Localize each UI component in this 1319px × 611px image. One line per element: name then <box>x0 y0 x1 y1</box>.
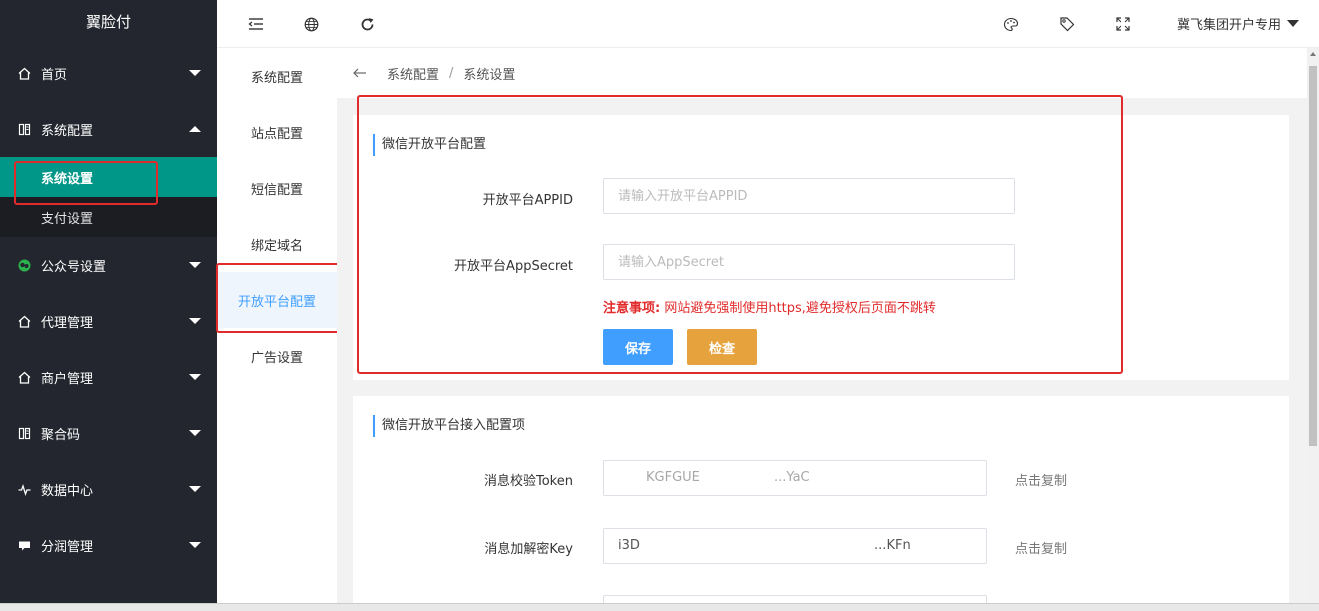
menu-agent-management[interactable]: 代理管理 <box>0 293 217 349</box>
aes-key-field[interactable]: i3D ...KFn <box>603 528 987 564</box>
caret-down-icon <box>1287 20 1299 27</box>
chevron-down-icon <box>189 374 201 380</box>
sidebar-item-system-settings[interactable]: 系统设置 <box>0 157 217 197</box>
chevron-down-icon <box>189 318 201 324</box>
home-icon <box>17 314 31 328</box>
menu-label: 分润管理 <box>41 539 94 555</box>
chevron-up-icon <box>189 126 201 132</box>
settings-subnav: 系统配置 站点配置 短信配置 绑定域名 开放平台配置 广告设置 <box>217 48 337 603</box>
menu-label: 聚合码 <box>41 427 81 443</box>
chat-icon <box>17 538 31 552</box>
scroll-up-icon[interactable] <box>1310 52 1316 56</box>
home-icon <box>17 66 31 80</box>
appid-label: 开放平台APPID <box>482 193 573 208</box>
chevron-down-icon <box>189 262 201 268</box>
chevron-down-icon <box>189 486 201 492</box>
token-label: 消息校验Token <box>484 474 573 489</box>
scroll-thumb[interactable] <box>1309 66 1317 446</box>
card-title: 微信开放平台接入配置项 <box>373 415 525 437</box>
sidebar: 翼脸付 首页 系统配置 系统设置 支付设置 公众号设置 代理管理 商户管理 聚合… <box>0 0 217 603</box>
token-value-end: ...YaC <box>774 470 810 485</box>
menu-wechat-settings[interactable]: 公众号设置 <box>0 237 217 293</box>
page-scrollbar[interactable] <box>1307 48 1319 603</box>
menu-home[interactable]: 首页 <box>0 45 217 101</box>
menu-label: 首页 <box>41 67 68 83</box>
menu-data-center[interactable]: 数据中心 <box>0 461 217 517</box>
globe-icon[interactable] <box>300 13 322 35</box>
subnav-item-sms-config[interactable]: 短信配置 <box>217 160 337 216</box>
copy-token-link[interactable]: 点击复制 <box>1015 470 1067 489</box>
save-button[interactable]: 保存 <box>603 329 673 365</box>
menu-aggregate-code[interactable]: 聚合码 <box>0 405 217 461</box>
book-icon <box>17 122 31 136</box>
menu-system-config[interactable]: 系统配置 <box>0 101 217 157</box>
chevron-down-icon <box>189 70 201 76</box>
app-logo: 翼脸付 <box>0 0 217 45</box>
menu-label: 系统配置 <box>41 123 94 139</box>
menu-fold-icon[interactable] <box>245 13 267 35</box>
key-value-start: i3D <box>618 538 640 553</box>
extra-field[interactable] <box>603 595 987 603</box>
chevron-down-icon <box>189 430 201 436</box>
menu-label: 数据中心 <box>41 483 94 499</box>
subnav-item-site-config[interactable]: 站点配置 <box>217 104 337 160</box>
subnav-item-system-config[interactable]: 系统配置 <box>217 48 337 104</box>
subnav-item-open-platform[interactable]: 开放平台配置 <box>217 272 337 328</box>
token-field[interactable]: KGFGUE ...YaC <box>603 460 987 496</box>
palette-icon[interactable] <box>1000 13 1022 35</box>
appid-input[interactable] <box>603 178 1015 214</box>
notice-body: 网站避免强制使用https,避免授权后页面不跳转 <box>664 301 936 316</box>
notice-prefix: 注意事项: <box>603 301 661 316</box>
access-config-card: 微信开放平台接入配置项 消息校验Token KGFGUE ...YaC 点击复制… <box>353 396 1289 603</box>
subnav-item-bind-domain[interactable]: 绑定域名 <box>217 216 337 272</box>
topbar: 冀飞集团开户专用 <box>217 0 1319 48</box>
card-title: 微信开放平台配置 <box>373 134 486 156</box>
chevron-down-icon <box>189 542 201 548</box>
menu-label: 公众号设置 <box>41 259 107 275</box>
browser-status-bar <box>0 603 1319 611</box>
appsecret-input[interactable] <box>603 244 1015 280</box>
refresh-icon[interactable] <box>356 13 378 35</box>
check-button[interactable]: 检查 <box>687 329 757 365</box>
menu-label: 商户管理 <box>41 371 94 387</box>
fullscreen-icon[interactable] <box>1112 13 1134 35</box>
back-arrow-icon[interactable] <box>353 64 367 82</box>
home-icon <box>17 370 31 384</box>
pulse-icon <box>17 482 31 496</box>
aes-key-label: 消息加解密Key <box>484 542 573 557</box>
open-platform-card: 微信开放平台配置 开放平台APPID 开放平台AppSecret 注意事项: 网… <box>353 115 1289 380</box>
copy-key-link[interactable]: 点击复制 <box>1015 538 1067 557</box>
wechat-icon <box>17 258 31 272</box>
tag-icon[interactable] <box>1056 13 1078 35</box>
sidebar-item-payment-settings[interactable]: 支付设置 <box>0 197 217 237</box>
menu-merchant-management[interactable]: 商户管理 <box>0 349 217 405</box>
breadcrumb-parent[interactable]: 系统配置 <box>387 64 439 83</box>
menu-label: 代理管理 <box>41 315 94 331</box>
key-value-end: ...KFn <box>874 538 911 553</box>
breadcrumb-separator: / <box>449 65 454 81</box>
breadcrumb-current: 系统设置 <box>463 67 516 83</box>
main-content: 系统配置 / 系统设置 微信开放平台配置 开放平台APPID 开放平台AppSe… <box>337 48 1307 603</box>
appsecret-label: 开放平台AppSecret <box>454 259 573 274</box>
token-value-start: KGFGUE <box>646 470 700 485</box>
user-menu[interactable]: 冀飞集团开户专用 <box>1177 14 1299 33</box>
menu-profit-sharing[interactable]: 分润管理 <box>0 517 217 573</box>
user-name: 冀飞集团开户专用 <box>1176 18 1281 33</box>
submenu-system-config: 系统设置 支付设置 <box>0 157 217 237</box>
book-icon <box>17 426 31 440</box>
breadcrumb: 系统配置 / 系统设置 <box>337 48 1307 98</box>
subnav-item-ad-settings[interactable]: 广告设置 <box>217 328 337 384</box>
notice-text: 注意事项: 网站避免强制使用https,避免授权后页面不跳转 <box>603 297 936 316</box>
